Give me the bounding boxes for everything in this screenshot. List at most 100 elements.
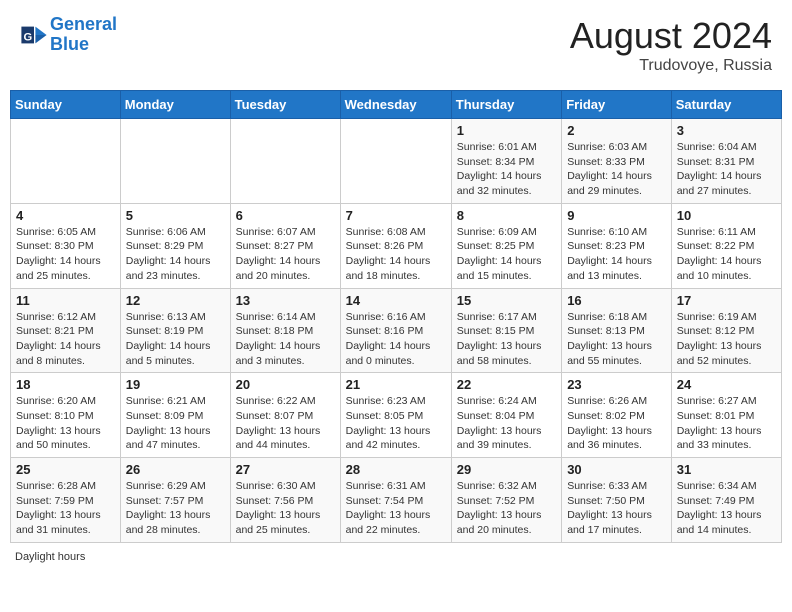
day-number: 18 [16, 377, 115, 392]
day-info: Sunrise: 6:21 AMSunset: 8:09 PMDaylight:… [126, 394, 225, 453]
day-info: Sunrise: 6:28 AMSunset: 7:59 PMDaylight:… [16, 479, 115, 538]
week-row-4: 18 Sunrise: 6:20 AMSunset: 8:10 PMDayligh… [11, 373, 782, 458]
day-number: 20 [236, 377, 335, 392]
day-number: 23 [567, 377, 666, 392]
day-info: Sunrise: 6:27 AMSunset: 8:01 PMDaylight:… [677, 394, 776, 453]
day-number: 21 [346, 377, 446, 392]
day-cell: 10 Sunrise: 6:11 AMSunset: 8:22 PMDayligh… [671, 203, 781, 288]
day-cell: 13 Sunrise: 6:14 AMSunset: 8:18 PMDayligh… [230, 288, 340, 373]
day-cell: 22Sunrise: 6:24 AMSunset: 8:04 PMDayligh… [451, 373, 561, 458]
day-info: Sunrise: 6:17 AMSunset: 8:15 PMDaylight:… [457, 310, 556, 369]
title-block: August 2024 Trudovoye, Russia [570, 15, 772, 75]
day-cell [340, 119, 451, 204]
day-cell: 28Sunrise: 6:31 AMSunset: 7:54 PMDayligh… [340, 458, 451, 543]
day-number: 16 [567, 293, 666, 308]
location-title: Trudovoye, Russia [570, 57, 772, 75]
day-info: Sunrise: 6:33 AMSunset: 7:50 PMDaylight:… [567, 479, 666, 538]
day-number: 22 [457, 377, 556, 392]
day-info: Sunrise: 6:16 AMSunset: 8:16 PMDaylight:… [346, 310, 446, 369]
day-number: 28 [346, 462, 446, 477]
day-number: 3 [677, 123, 776, 138]
day-info: Sunrise: 6:19 AMSunset: 8:12 PMDaylight:… [677, 310, 776, 369]
day-cell: 11 Sunrise: 6:12 AMSunset: 8:21 PMDayligh… [11, 288, 121, 373]
logo-icon: G [20, 21, 48, 49]
day-cell: 16 Sunrise: 6:18 AMSunset: 8:13 PMDayligh… [562, 288, 672, 373]
day-info: Sunrise: 6:22 AMSunset: 8:07 PMDaylight:… [236, 394, 335, 453]
week-row-2: 4 Sunrise: 6:05 AMSunset: 8:30 PMDaylight… [11, 203, 782, 288]
day-info: Sunrise: 6:18 AMSunset: 8:13 PMDaylight:… [567, 310, 666, 369]
day-info: Sunrise: 6:14 AMSunset: 8:18 PMDaylight:… [236, 310, 335, 369]
day-info: Sunrise: 6:06 AMSunset: 8:29 PMDaylight:… [126, 225, 225, 284]
day-info: Sunrise: 6:11 AMSunset: 8:22 PMDaylight:… [677, 225, 776, 284]
day-number: 17 [677, 293, 776, 308]
day-number: 2 [567, 123, 666, 138]
day-number: 8 [457, 208, 556, 223]
day-number: 31 [677, 462, 776, 477]
day-info: Sunrise: 6:23 AMSunset: 8:05 PMDaylight:… [346, 394, 446, 453]
day-cell: 12Sunrise: 6:13 AMSunset: 8:19 PMDayligh… [120, 288, 230, 373]
day-number: 10 [677, 208, 776, 223]
day-cell: 4 Sunrise: 6:05 AMSunset: 8:30 PMDaylight… [11, 203, 121, 288]
day-cell: 18 Sunrise: 6:20 AMSunset: 8:10 PMDayligh… [11, 373, 121, 458]
day-number: 26 [126, 462, 225, 477]
day-info: Sunrise: 6:29 AMSunset: 7:57 PMDaylight:… [126, 479, 225, 538]
day-info: Sunrise: 6:20 AMSunset: 8:10 PMDaylight:… [16, 394, 115, 453]
footer: Daylight hours [10, 551, 782, 563]
day-info: Sunrise: 6:30 AMSunset: 7:56 PMDaylight:… [236, 479, 335, 538]
day-info: Sunrise: 6:26 AMSunset: 8:02 PMDaylight:… [567, 394, 666, 453]
day-number: 15 [457, 293, 556, 308]
day-cell: 24 Sunrise: 6:27 AMSunset: 8:01 PMDayligh… [671, 373, 781, 458]
header-friday: Friday [562, 91, 672, 119]
day-number: 6 [236, 208, 335, 223]
header-thursday: Thursday [451, 91, 561, 119]
day-cell: 17 Sunrise: 6:19 AMSunset: 8:12 PMDayligh… [671, 288, 781, 373]
day-number: 19 [126, 377, 225, 392]
header-wednesday: Wednesday [340, 91, 451, 119]
day-number: 4 [16, 208, 115, 223]
header-monday: Monday [120, 91, 230, 119]
day-number: 24 [677, 377, 776, 392]
day-info: Sunrise: 6:34 AMSunset: 7:49 PMDaylight:… [677, 479, 776, 538]
day-number: 12 [126, 293, 225, 308]
logo: G General Blue [20, 15, 117, 55]
week-row-5: 25Sunrise: 6:28 AMSunset: 7:59 PMDayligh… [11, 458, 782, 543]
week-row-3: 11 Sunrise: 6:12 AMSunset: 8:21 PMDayligh… [11, 288, 782, 373]
day-cell: 31 Sunrise: 6:34 AMSunset: 7:49 PMDayligh… [671, 458, 781, 543]
day-cell: 7 Sunrise: 6:08 AMSunset: 8:26 PMDaylight… [340, 203, 451, 288]
week-row-1: 1 Sunrise: 6:01 AMSunset: 8:34 PMDaylight… [11, 119, 782, 204]
day-cell: 21 Sunrise: 6:23 AMSunset: 8:05 PMDayligh… [340, 373, 451, 458]
day-number: 30 [567, 462, 666, 477]
day-info: Sunrise: 6:32 AMSunset: 7:52 PMDaylight:… [457, 479, 556, 538]
day-number: 11 [16, 293, 115, 308]
day-info: Sunrise: 6:03 AMSunset: 8:33 PMDaylight:… [567, 140, 666, 199]
day-info: Sunrise: 6:04 AMSunset: 8:31 PMDaylight:… [677, 140, 776, 199]
day-cell: 27Sunrise: 6:30 AMSunset: 7:56 PMDayligh… [230, 458, 340, 543]
day-number: 13 [236, 293, 335, 308]
day-cell: 9Sunrise: 6:10 AMSunset: 8:23 PMDaylight… [562, 203, 672, 288]
day-cell: 30 Sunrise: 6:33 AMSunset: 7:50 PMDayligh… [562, 458, 672, 543]
day-cell: 1 Sunrise: 6:01 AMSunset: 8:34 PMDaylight… [451, 119, 561, 204]
day-cell [230, 119, 340, 204]
day-cell: 6 Sunrise: 6:07 AMSunset: 8:27 PMDaylight… [230, 203, 340, 288]
day-info: Sunrise: 6:10 AMSunset: 8:23 PMDaylight:… [567, 225, 666, 284]
day-info: Sunrise: 6:05 AMSunset: 8:30 PMDaylight:… [16, 225, 115, 284]
day-info: Sunrise: 6:07 AMSunset: 8:27 PMDaylight:… [236, 225, 335, 284]
month-title: August 2024 [570, 15, 772, 57]
day-number: 29 [457, 462, 556, 477]
day-info: Sunrise: 6:12 AMSunset: 8:21 PMDaylight:… [16, 310, 115, 369]
day-cell: 23 Sunrise: 6:26 AMSunset: 8:02 PMDayligh… [562, 373, 672, 458]
day-number: 7 [346, 208, 446, 223]
header-tuesday: Tuesday [230, 91, 340, 119]
day-number: 14 [346, 293, 446, 308]
day-number: 1 [457, 123, 556, 138]
day-number: 5 [126, 208, 225, 223]
day-cell: 20 Sunrise: 6:22 AMSunset: 8:07 PMDayligh… [230, 373, 340, 458]
day-cell: 19 Sunrise: 6:21 AMSunset: 8:09 PMDayligh… [120, 373, 230, 458]
day-cell: 14 Sunrise: 6:16 AMSunset: 8:16 PMDayligh… [340, 288, 451, 373]
day-info: Sunrise: 6:09 AMSunset: 8:25 PMDaylight:… [457, 225, 556, 284]
day-cell: 29 Sunrise: 6:32 AMSunset: 7:52 PMDayligh… [451, 458, 561, 543]
day-info: Sunrise: 6:08 AMSunset: 8:26 PMDaylight:… [346, 225, 446, 284]
svg-text:G: G [24, 31, 33, 43]
day-cell: 25Sunrise: 6:28 AMSunset: 7:59 PMDayligh… [11, 458, 121, 543]
day-info: Sunrise: 6:01 AMSunset: 8:34 PMDaylight:… [457, 140, 556, 199]
